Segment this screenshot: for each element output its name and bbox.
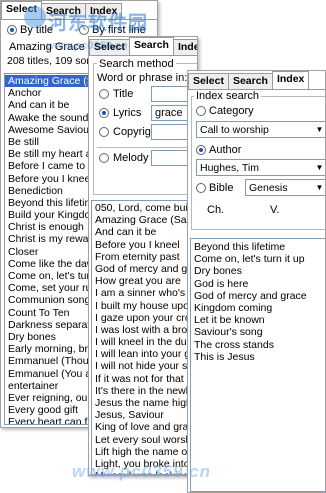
list-item[interactable]: God of mercy and grace — [92, 263, 197, 275]
category-radio[interactable] — [196, 106, 206, 116]
list-item[interactable]: It's there in the newborn — [92, 385, 197, 397]
list-item[interactable]: I was lost with a broken — [92, 324, 197, 336]
list-item[interactable]: Let every soul worship t — [92, 434, 197, 446]
chevron-down-icon: ▼ — [313, 160, 325, 175]
list-item[interactable]: God of mercy and grace — [191, 290, 325, 302]
bible-book-select[interactable]: Genesis ▼ — [245, 179, 325, 196]
search-results-list[interactable]: 050, Lord, come build y Amazing Grace (Sa… — [91, 200, 197, 475]
lyrics-label: Lyrics — [113, 107, 142, 119]
list-item[interactable]: Let it be known — [191, 314, 325, 326]
list-item[interactable]: The cross stands — [191, 339, 325, 351]
chapter-label: Ch. — [207, 204, 225, 216]
author-value: Hughes, Tim — [200, 162, 259, 174]
search-method-legend: Search method — [97, 58, 176, 70]
list-item[interactable]: Jesus, Saviour — [92, 409, 197, 421]
bible-label: Bible — [209, 182, 234, 194]
list-item[interactable]: How great you are — [92, 275, 197, 287]
index-window: Select Search Index Index search Categor… — [187, 70, 326, 493]
list-item[interactable]: Come on, let's turn it up — [191, 253, 325, 265]
list-item[interactable]: If it was not for that ma — [92, 373, 197, 385]
list-item[interactable]: Jesus the name high ov — [92, 397, 197, 409]
tab-search[interactable]: Search — [128, 37, 174, 55]
chevron-down-icon: ▼ — [313, 122, 325, 137]
title-radio[interactable] — [99, 89, 109, 99]
tab-search[interactable]: Search — [227, 73, 273, 89]
word-phrase-label: Word or phrase in: — [97, 72, 188, 84]
list-item[interactable]: I am a sinner who's bee — [92, 287, 197, 299]
tab-bar: Select Search Index — [188, 71, 310, 89]
list-item[interactable]: This is Jesus — [191, 351, 325, 363]
list-item[interactable]: God is here — [191, 278, 325, 290]
watermark-site-name: 河东软件园 — [48, 12, 149, 34]
author-label: Author — [209, 144, 242, 156]
list-item[interactable]: Kingdom coming — [191, 302, 325, 314]
list-item[interactable]: I will not hide your savi — [92, 360, 197, 372]
index-results-list[interactable]: Beyond this lifetime Come on, let's turn … — [190, 238, 325, 492]
melody-label: Melody — [113, 152, 149, 164]
category-value: Call to worship — [200, 124, 269, 136]
list-item[interactable]: I will kneel in the dust — [92, 336, 197, 348]
category-label: Category — [209, 105, 254, 117]
list-item[interactable]: I gaze upon your cross — [92, 312, 197, 324]
by-title-radio[interactable] — [7, 25, 17, 35]
tab-select[interactable]: Select — [188, 73, 229, 89]
author-radio[interactable] — [196, 145, 206, 155]
list-item[interactable]: From eternity past — [92, 251, 197, 263]
list-item[interactable]: Dry bones — [191, 265, 325, 277]
list-item[interactable]: 050, Lord, come build y — [92, 202, 197, 214]
list-item[interactable]: King of love and grace — [92, 421, 197, 433]
watermark-logo-icon — [24, 6, 46, 28]
tab-index[interactable]: Index — [172, 39, 197, 55]
watermark-url-bottom: www.pc0359.cn — [72, 462, 211, 481]
copyright-radio[interactable] — [99, 127, 109, 137]
chevron-down-icon: ▼ — [313, 180, 325, 195]
title-label: Title — [113, 88, 134, 100]
list-item[interactable]: Amazing Grace (Sampl — [92, 214, 197, 226]
list-item[interactable]: Beyond this lifetime — [191, 241, 325, 253]
list-item[interactable]: I built my house upon th — [92, 300, 197, 312]
list-item[interactable]: Saviour's song — [191, 326, 325, 338]
list-item[interactable]: Before you I kneel — [92, 239, 197, 251]
bible-book-value: Genesis — [249, 182, 288, 194]
list-item[interactable]: I will lean into your goo — [92, 348, 197, 360]
watermark-url-top: www.pc0359.cn — [46, 40, 128, 52]
index-search-legend: Index search — [194, 90, 261, 102]
melody-radio[interactable] — [99, 153, 109, 163]
author-select[interactable]: Hughes, Tim ▼ — [196, 159, 325, 176]
list-item[interactable]: Lift high the name of Je — [92, 446, 197, 458]
list-item[interactable]: And can it be — [92, 226, 197, 238]
category-select[interactable]: Call to worship ▼ — [196, 121, 325, 138]
tab-index[interactable]: Index — [271, 71, 310, 89]
bible-radio[interactable] — [196, 183, 206, 193]
verse-label: V. — [270, 204, 280, 216]
lyrics-radio[interactable] — [99, 108, 109, 118]
search-window: Select Search Index Search method Word o… — [88, 36, 198, 476]
